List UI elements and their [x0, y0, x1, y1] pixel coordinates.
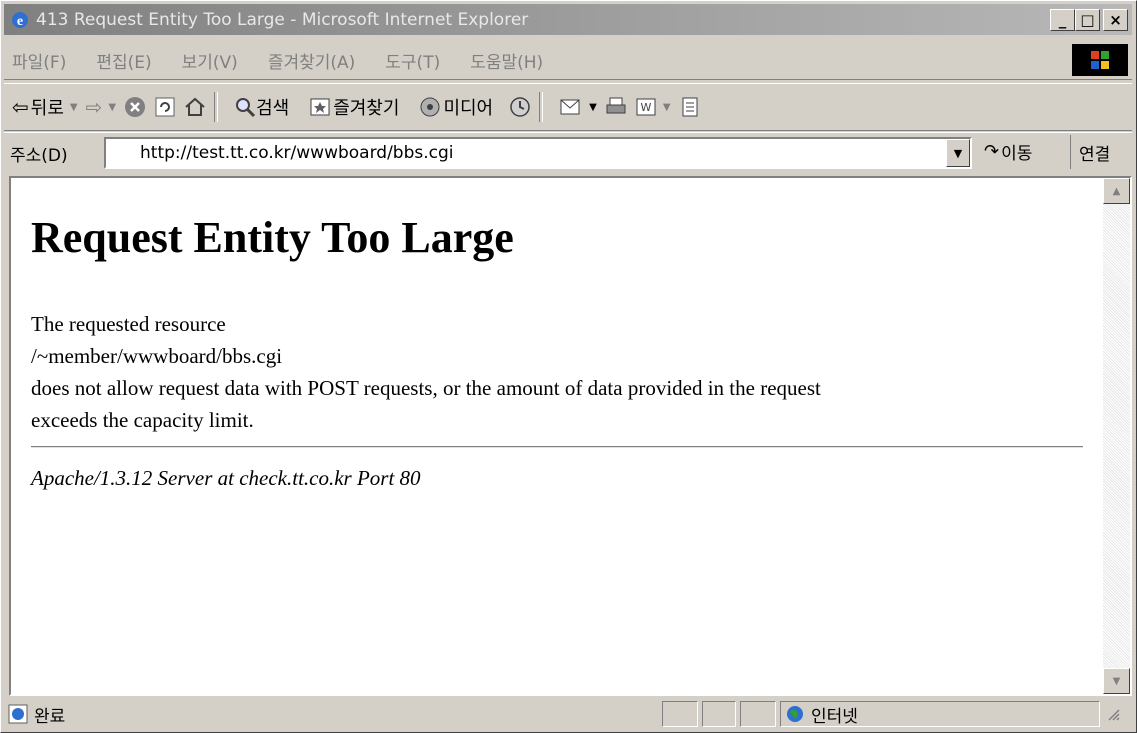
close-button[interactable]: ×	[1103, 9, 1128, 31]
stop-icon	[125, 97, 146, 117]
status-pane	[702, 701, 736, 727]
address-dropdown-button[interactable]: ▼	[946, 139, 970, 167]
go-arrow-icon: ↷	[984, 141, 1000, 162]
menu-tools[interactable]: 도구(T)	[385, 48, 440, 73]
forward-arrow-icon: ⇨	[85, 95, 103, 119]
links-button[interactable]: 연결	[1070, 135, 1110, 169]
history-icon	[510, 97, 530, 117]
search-icon	[236, 98, 256, 118]
status-pane	[740, 701, 776, 727]
home-icon	[185, 97, 205, 116]
media-icon	[420, 97, 440, 117]
mail-dropdown-icon[interactable]: ▼	[589, 102, 597, 113]
message-line: does not allow request data with POST re…	[31, 376, 821, 400]
edit-dropdown-icon[interactable]: ▼	[663, 102, 671, 113]
standard-toolbar: ⇦ 뒤로 ▼ ⇨ ▼ 검색 즐겨찾기 미디어 ▼ W ▼	[4, 83, 1132, 131]
go-button[interactable]: ↷ 이동	[984, 139, 1032, 164]
address-input[interactable]: http://test.tt.co.kr/wwwboard/bbs.cgi ▼	[104, 137, 972, 169]
mail-icon	[560, 99, 580, 115]
scroll-down-button[interactable]: ▼	[1103, 668, 1130, 694]
print-icon	[606, 97, 626, 114]
security-zone-pane: 인터넷	[780, 701, 1100, 727]
horizontal-rule	[31, 446, 1083, 448]
scroll-up-button[interactable]: ▲	[1103, 178, 1130, 204]
refresh-button[interactable]	[154, 96, 176, 118]
internet-globe-icon	[787, 706, 803, 722]
status-bar: 완료 인터넷	[4, 699, 1132, 729]
favorites-icon	[310, 98, 330, 116]
favorites-button[interactable]: 즐겨찾기	[309, 94, 399, 120]
window-title: 413 Request Entity Too Large - Microsoft…	[36, 9, 529, 30]
message-line: /~member/wwwboard/bbs.cgi	[31, 344, 283, 368]
back-button[interactable]: ⇦ 뒤로 ▼	[12, 94, 78, 120]
address-url[interactable]: http://test.tt.co.kr/wwwboard/bbs.cgi	[140, 143, 454, 163]
forward-button[interactable]: ⇨ ▼	[86, 95, 116, 119]
toolbar-separator	[214, 92, 219, 122]
edit-icon: W	[636, 98, 656, 116]
menu-file[interactable]: 파일(F)	[12, 48, 66, 73]
stop-button[interactable]	[124, 96, 146, 118]
minimize-button[interactable]: _	[1050, 9, 1075, 31]
page-done-icon	[8, 704, 28, 724]
status-pane	[662, 701, 698, 727]
title-bar[interactable]: e 413 Request Entity Too Large - Microso…	[4, 4, 1132, 35]
menu-help[interactable]: 도움말(H)	[470, 48, 543, 73]
message-line: exceeds the capacity limit.	[31, 408, 254, 432]
search-button[interactable]: 검색	[234, 94, 289, 120]
address-label: 주소(D)	[10, 145, 68, 166]
browser-window: e 413 Request Entity Too Large - Microso…	[0, 0, 1137, 733]
discuss-icon	[682, 97, 698, 117]
message-line: The requested resource	[31, 312, 226, 336]
resize-grip-icon[interactable]	[1106, 707, 1120, 721]
ie-logo-icon: e	[12, 11, 28, 29]
mail-button[interactable]: ▼	[559, 96, 597, 118]
back-dropdown-icon[interactable]: ▼	[70, 102, 78, 113]
home-button[interactable]	[184, 96, 206, 118]
maximize-button[interactable]: □	[1075, 9, 1100, 31]
status-text-pane: 완료	[8, 700, 658, 728]
menu-bar: 파일(F) 편집(E) 보기(V) 즐겨찾기(A) 도구(T) 도움말(H)	[4, 41, 1132, 80]
menu-edit[interactable]: 편집(E)	[96, 48, 151, 73]
toolbar-separator	[539, 92, 544, 122]
vertical-scrollbar[interactable]: ▲ ▼	[1103, 178, 1130, 694]
print-button[interactable]	[605, 96, 627, 118]
menu-view[interactable]: 보기(V)	[182, 48, 238, 73]
page-viewport: Request Entity Too Large The requested r…	[9, 176, 1132, 696]
address-bar: 주소(D) http://test.tt.co.kr/wwwboard/bbs.…	[4, 132, 1132, 173]
status-text: 완료	[34, 706, 66, 727]
edit-button[interactable]: W ▼	[635, 96, 671, 118]
history-button[interactable]	[509, 96, 531, 118]
refresh-icon	[155, 97, 175, 117]
svg-text:W: W	[640, 101, 651, 114]
svg-text:e: e	[17, 14, 23, 29]
media-button[interactable]: 미디어	[419, 94, 493, 120]
server-signature: Apache/1.3.12 Server at check.tt.co.kr P…	[31, 466, 421, 490]
page-content: Request Entity Too Large The requested r…	[11, 178, 1103, 694]
forward-dropdown-icon[interactable]: ▼	[108, 102, 116, 113]
windows-logo-icon	[1072, 44, 1128, 76]
discuss-button[interactable]	[679, 96, 701, 118]
page-heading: Request Entity Too Large	[31, 213, 514, 262]
back-arrow-icon: ⇦	[12, 95, 29, 119]
menu-favorites[interactable]: 즐겨찾기(A)	[268, 48, 355, 73]
zone-label: 인터넷	[811, 706, 858, 727]
error-message: The requested resource /~member/wwwboard…	[31, 308, 1091, 436]
